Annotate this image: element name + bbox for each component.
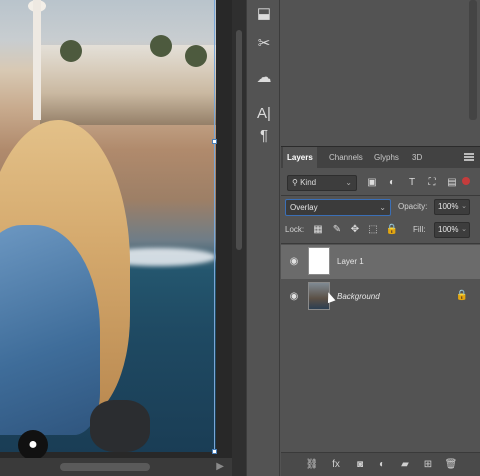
blend-mode-value: Overlay (290, 203, 318, 212)
fill-field[interactable]: 100% ⌄ (434, 222, 470, 238)
paragraph-panel-icon[interactable]: ¶ (247, 122, 281, 148)
chevron-down-icon: ⌄ (461, 226, 467, 233)
scrollbar-thumb[interactable] (60, 463, 150, 471)
horizontal-scrollbar[interactable]: ▶ (0, 458, 232, 476)
chevron-down-icon: ⌄ (379, 203, 386, 212)
layers-bottom-bar: ⛓ fx ◙ ◐ ▰ ⊞ 🗑 (281, 452, 480, 476)
filter-kind-label: Kind (300, 178, 317, 187)
photo-palm (185, 45, 207, 67)
eye-icon[interactable]: ◉ (287, 290, 301, 304)
panel-icon-strip: ⬓ ✂ ☁ A| ¶ (246, 0, 280, 476)
layer-row[interactable]: ◉ Layer 1 (281, 245, 480, 279)
adjustment-filter-icon[interactable]: ◐ (385, 176, 399, 190)
lock-label: Lock: (285, 225, 305, 234)
opacity-value: 100% (438, 202, 459, 211)
lock-artboard-icon[interactable]: ⬚ (366, 223, 380, 237)
scissors-tool-icon[interactable]: ✂ (247, 30, 281, 56)
filter-toggle[interactable] (462, 177, 470, 185)
layers-panel-area: Layers Channels Glyphs 3D ⚲ Kind ⌄ ▣ ◐ T… (281, 0, 480, 476)
canvas-area[interactable]: ● ▶ (0, 0, 232, 476)
tab-channels[interactable]: Channels (325, 147, 367, 169)
chevron-down-icon: ⌄ (461, 203, 467, 210)
delete-layer-icon[interactable]: 🗑 (444, 458, 458, 472)
lock-icon: 🔒 (455, 290, 468, 301)
group-folder-icon[interactable]: ▰ (398, 458, 412, 472)
add-mask-icon[interactable]: ◙ (353, 458, 367, 472)
scroll-right-icon[interactable]: ▶ (216, 461, 224, 472)
panel-tabs: Layers Channels Glyphs 3D (281, 146, 480, 169)
filter-kind-select[interactable]: ⚲ Kind ⌄ (287, 175, 357, 191)
lock-position-icon[interactable]: ✥ (348, 223, 362, 237)
fill-label: Fill: (413, 225, 426, 234)
tab-glyphs[interactable]: Glyphs (370, 147, 403, 169)
lock-image-icon[interactable]: ✎ (330, 223, 344, 237)
person-icon: ● (28, 436, 38, 453)
blend-mode-select[interactable]: Overlay ⌄ (285, 199, 391, 216)
adjustment-layer-icon[interactable]: ◐ (375, 458, 389, 472)
vertical-scrollbar[interactable] (232, 0, 246, 476)
fill-value: 100% (438, 225, 459, 234)
transform-handle[interactable] (212, 449, 217, 454)
eye-icon[interactable]: ◉ (287, 255, 301, 269)
divider (281, 243, 480, 244)
lock-all-icon[interactable]: 🔒 (385, 223, 399, 237)
lock-row: Lock: ▦ ✎ ✥ ⬚ 🔒 Fill: 100% ⌄ (281, 220, 480, 242)
shape-filter-icon[interactable]: ⛶ (425, 176, 439, 190)
divider (281, 195, 480, 196)
canvas-photo[interactable] (0, 0, 216, 452)
fx-icon[interactable]: fx (329, 458, 343, 472)
tab-layers[interactable]: Layers (283, 147, 317, 169)
scrollbar-thumb[interactable] (236, 30, 242, 250)
upper-panel (281, 0, 480, 140)
layer-thumbnail (308, 247, 330, 275)
blend-row: Overlay ⌄ Opacity: 100% ⌄ (281, 197, 480, 219)
smart-object-filter-icon[interactable]: ▤ (445, 176, 459, 190)
layer-filter-row: ⚲ Kind ⌄ ▣ ◐ T ⛶ ▤ (281, 172, 480, 194)
search-icon: ⚲ (292, 178, 301, 187)
stamp-tool-icon[interactable]: ⬓ (247, 0, 281, 26)
photo-palm (150, 35, 172, 57)
link-layers-icon[interactable]: ⛓ (305, 458, 319, 472)
opacity-label: Opacity: (398, 202, 428, 211)
type-filter-icon[interactable]: T (405, 176, 419, 190)
layer-name: Background (337, 292, 380, 301)
upper-panel-scrollbar[interactable] (469, 0, 477, 120)
transform-handle[interactable] (212, 139, 217, 144)
image-filter-icon[interactable]: ▣ (365, 176, 379, 190)
opacity-field[interactable]: 100% ⌄ (434, 199, 470, 215)
chevron-down-icon: ⌄ (345, 178, 352, 187)
photoshop-window: ● ▶ ⬓ ✂ ☁ A| ¶ Layers Channels Glyphs 3D (0, 0, 480, 476)
selection-edge (214, 0, 215, 452)
cloud-libraries-icon[interactable]: ☁ (247, 64, 281, 90)
photo-pole (33, 0, 41, 120)
photo-subject-shoulder (90, 400, 150, 452)
lock-transparent-icon[interactable]: ▦ (311, 223, 325, 237)
photo-palm (60, 40, 82, 62)
layer-row[interactable]: ◉ Background 🔒 (281, 280, 480, 314)
new-layer-icon[interactable]: ⊞ (421, 458, 435, 472)
panel-menu-icon[interactable] (464, 153, 474, 161)
tab-3d[interactable]: 3D (408, 147, 426, 169)
avatar: ● (18, 430, 48, 460)
layer-name: Layer 1 (337, 257, 364, 266)
